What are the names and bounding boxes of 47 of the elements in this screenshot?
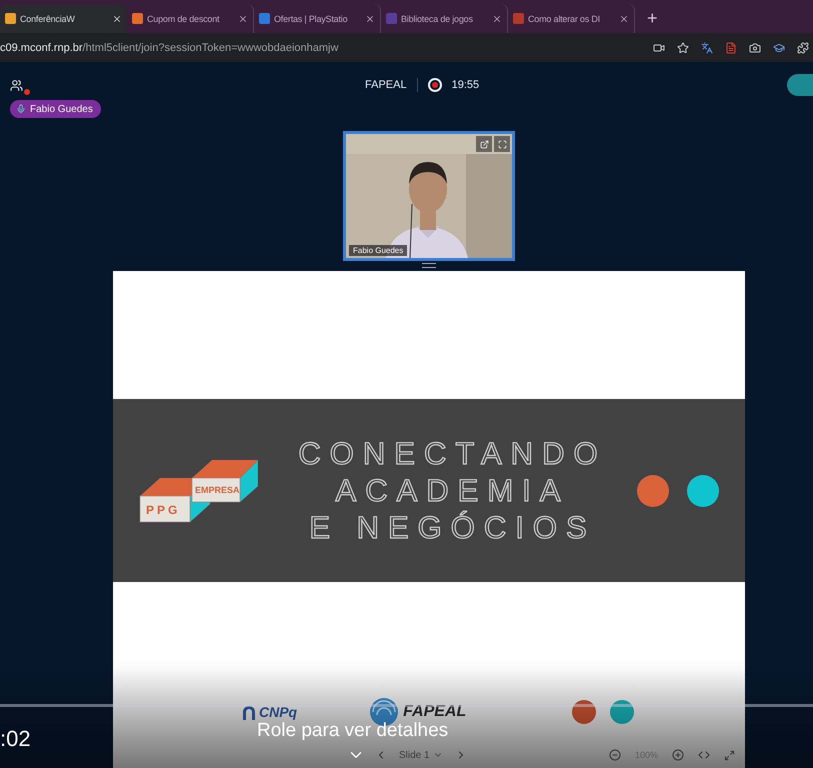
resize-handle[interactable] xyxy=(422,263,436,268)
microphone-icon xyxy=(16,104,26,114)
fullscreen-icon[interactable] xyxy=(494,136,510,152)
document-icon[interactable] xyxy=(725,42,737,54)
close-icon[interactable] xyxy=(619,14,629,24)
arch-icon xyxy=(241,703,257,721)
decorative-circle xyxy=(610,700,634,724)
slide-headline: CONECTANDO xyxy=(298,437,607,470)
decorative-circle xyxy=(572,700,596,724)
decorative-circle xyxy=(687,474,719,506)
graduation-cap-icon[interactable] xyxy=(773,42,785,54)
bookmark-star-icon[interactable] xyxy=(677,42,689,54)
decorative-circle xyxy=(637,474,669,506)
recording-time: 19:55 xyxy=(452,79,480,91)
funder-logo: CNPq xyxy=(241,703,298,721)
close-icon[interactable] xyxy=(238,14,248,24)
translate-icon[interactable] xyxy=(701,42,713,54)
close-icon[interactable] xyxy=(492,14,502,24)
progress-track[interactable] xyxy=(0,704,813,707)
users-icon[interactable] xyxy=(10,78,30,92)
slide-headline: ACADEMIA xyxy=(336,474,570,507)
site-icon xyxy=(132,13,143,24)
webcam-name[interactable]: Fabio Guedes xyxy=(349,245,408,256)
presenter-name: Fabio Guedes xyxy=(30,104,93,114)
fullscreen-icon[interactable] xyxy=(724,750,735,760)
camera-icon[interactable] xyxy=(653,42,665,54)
logo-label: EMPRESA xyxy=(195,484,240,494)
logo-label: PPG xyxy=(146,502,180,516)
zoom-in-icon[interactable] xyxy=(672,749,684,761)
site-icon xyxy=(513,13,524,24)
slide-headline: E NEGÓCIOS xyxy=(309,511,596,544)
playback-time: :02 xyxy=(0,726,31,752)
site-icon xyxy=(5,13,16,24)
site-icon xyxy=(259,13,270,24)
record-icon[interactable] xyxy=(428,78,442,92)
fit-width-icon[interactable] xyxy=(698,749,710,761)
close-icon[interactable] xyxy=(365,14,375,24)
zoom-out-icon[interactable] xyxy=(608,749,621,761)
site-icon xyxy=(386,13,397,24)
new-tab-button[interactable]: + xyxy=(647,4,658,33)
pop-out-icon[interactable] xyxy=(476,136,492,152)
extensions-icon[interactable] xyxy=(797,42,809,54)
close-icon[interactable] xyxy=(112,14,122,24)
browser-tab[interactable]: ConferênciaW xyxy=(0,4,127,33)
meeting-title: FAPEAL xyxy=(365,79,407,91)
photo-camera-icon[interactable] xyxy=(749,42,761,54)
connection-status-button[interactable] xyxy=(787,74,813,96)
